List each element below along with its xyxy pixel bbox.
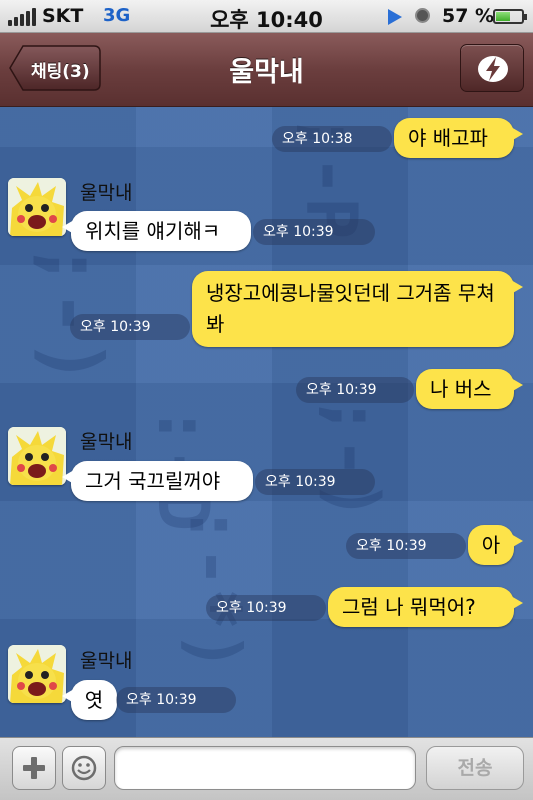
emoticon-button[interactable] (62, 746, 106, 790)
location-arrow-icon (388, 9, 402, 25)
message-timestamp: 오후 10:39 (116, 687, 236, 713)
battery-level-fill (496, 12, 510, 21)
my-message-bubble[interactable]: 그럼 나 뭐먹어? (328, 587, 523, 627)
message-input-bar: 전송 (0, 737, 533, 800)
status-bar: SKT 3G 오후 10:40 57 % (0, 0, 533, 33)
orientation-lock-icon (415, 8, 430, 23)
plus-icon (23, 757, 45, 779)
message-timestamp: 오후 10:39 (296, 377, 414, 403)
my-message-bubble[interactable]: 아 (468, 525, 523, 565)
message-timestamp: 오후 10:39 (255, 469, 375, 495)
wallpaper-emoticon: :-*) (173, 503, 256, 673)
battery-icon (493, 9, 527, 24)
message-input[interactable] (114, 746, 416, 790)
my-message-bubble[interactable]: 냉장고에콩나물잇던데 그거좀 무쳐봐 (192, 271, 523, 347)
message-timestamp: 오후 10:39 (253, 219, 375, 245)
battery-percent: 57 % (442, 5, 495, 27)
attach-button[interactable] (12, 746, 56, 790)
lightning-icon (478, 56, 508, 82)
chat-action-button[interactable] (460, 44, 524, 92)
message-timestamp: 오후 10:39 (70, 314, 190, 340)
avatar-image (8, 645, 66, 703)
message-timestamp: 오후 10:39 (346, 533, 466, 559)
their-message-bubble[interactable]: 그거 국끄릴꺼야 (62, 461, 253, 501)
sender-name: 울막내 (80, 182, 133, 204)
chat-message-list[interactable]: ;-P ;-) :-D ;-) :-*) 오후 10:38 야 배고파 울막내 … (0, 107, 533, 737)
wallpaper-emoticon: ;-) (312, 394, 395, 522)
my-message-bubble[interactable]: 나 버스 (416, 369, 523, 409)
their-message-bubble[interactable]: 엿 (62, 680, 117, 720)
emoticon-icon (71, 755, 97, 781)
avatar[interactable] (8, 645, 66, 703)
message-timestamp: 오후 10:38 (272, 126, 392, 152)
sender-name: 울막내 (80, 650, 133, 672)
message-timestamp: 오후 10:39 (206, 595, 326, 621)
avatar-image (8, 427, 66, 485)
send-button[interactable]: 전송 (426, 746, 524, 790)
my-message-bubble[interactable]: 야 배고파 (394, 118, 523, 158)
chat-room-title: 울막내 (229, 57, 304, 88)
avatar[interactable] (8, 178, 66, 236)
sender-name: 울막내 (80, 431, 133, 453)
avatar-image (8, 178, 66, 236)
their-message-bubble[interactable]: 위치를 얘기해ㅋ (62, 211, 251, 251)
navigation-bar: 채팅(3) 울막내 (0, 33, 533, 107)
avatar[interactable] (8, 427, 66, 485)
